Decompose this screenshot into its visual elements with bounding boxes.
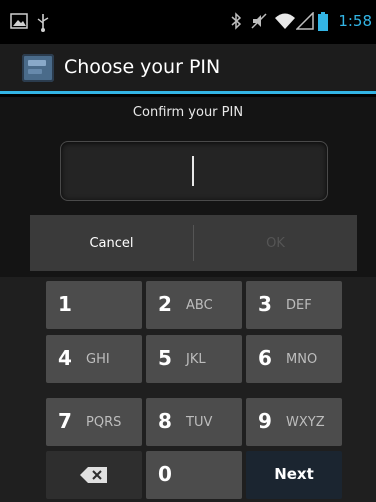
mute-icon (251, 13, 267, 29)
clock: 1:58 (338, 12, 372, 30)
ok-button[interactable]: OK (194, 215, 357, 271)
key-letters: ABC (186, 298, 213, 313)
battery-icon (318, 12, 328, 31)
key-letters: JKL (186, 352, 206, 367)
delete-key[interactable] (46, 451, 142, 499)
key-letters: WXYZ (286, 415, 325, 430)
key-digit: 4 (58, 346, 72, 370)
bluetooth-icon (231, 12, 242, 30)
backspace-icon (80, 467, 107, 483)
usb-icon (37, 14, 49, 32)
key-3[interactable]: 3 DEF (246, 281, 342, 329)
key-letters: GHI (86, 352, 110, 367)
key-6[interactable]: 6 MNO (246, 335, 342, 383)
key-digit: 8 (158, 409, 172, 433)
key-4[interactable]: 4 GHI (46, 335, 142, 383)
key-digit: 9 (258, 409, 272, 433)
status-bar: 1:58 (0, 0, 376, 44)
signal-icon (296, 12, 314, 30)
key-7[interactable]: 7 PQRS (46, 398, 142, 446)
key-digit: 2 (158, 292, 172, 316)
key-digit: 0 (158, 462, 172, 486)
key-digit: 5 (158, 346, 172, 370)
pin-input[interactable] (60, 141, 328, 201)
key-digit: 1 (58, 292, 72, 316)
wifi-icon (275, 13, 295, 29)
gallery-icon (10, 13, 28, 29)
key-1[interactable]: 1 (46, 281, 142, 329)
key-9[interactable]: 9 WXYZ (246, 398, 342, 446)
numeric-keypad: 1 2 ABC 3 DEF 4 GHI 5 JKL 6 MNO 7 PQRS 8… (0, 277, 376, 502)
settings-app-icon[interactable] (22, 54, 54, 82)
action-bar: Choose your PIN (0, 44, 376, 94)
key-digit: 3 (258, 292, 272, 316)
dialog-button-bar: Cancel OK (30, 215, 357, 271)
key-2[interactable]: 2 ABC (146, 281, 242, 329)
key-digit: 7 (58, 409, 72, 433)
key-letters: TUV (186, 415, 213, 430)
pin-prompt: Confirm your PIN (132, 105, 244, 120)
text-cursor (192, 156, 194, 186)
next-label: Next (274, 465, 314, 483)
next-button[interactable]: Next (246, 451, 342, 499)
page-title: Choose your PIN (64, 56, 221, 78)
key-letters: MNO (286, 352, 318, 367)
key-digit: 6 (258, 346, 272, 370)
key-8[interactable]: 8 TUV (146, 398, 242, 446)
key-letters: PQRS (86, 415, 122, 430)
key-5[interactable]: 5 JKL (146, 335, 242, 383)
cancel-button[interactable]: Cancel (30, 215, 193, 271)
key-letters: DEF (286, 298, 312, 313)
pin-dialog: Confirm your PIN Cancel OK (0, 97, 376, 277)
key-0[interactable]: 0 (146, 451, 242, 499)
